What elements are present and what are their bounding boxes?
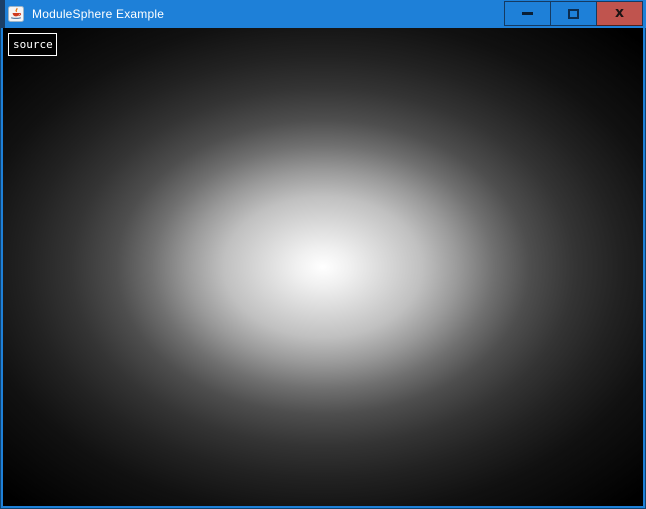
minimize-button[interactable]	[504, 1, 550, 26]
java-coffee-cup-icon	[8, 6, 24, 22]
maximize-button[interactable]	[550, 1, 596, 26]
titlebar-left-edge	[0, 0, 5, 28]
app-window: ModuleSphere Example x source	[0, 0, 646, 509]
window-title: ModuleSphere Example	[32, 7, 164, 21]
window-controls: x	[504, 1, 643, 26]
render-canvas[interactable]: source	[3, 28, 643, 506]
source-node-label[interactable]: source	[8, 33, 57, 56]
minimize-icon	[522, 12, 533, 15]
close-icon: x	[615, 6, 624, 20]
maximize-icon	[568, 9, 579, 19]
titlebar[interactable]: ModuleSphere Example x	[0, 0, 646, 28]
close-button[interactable]: x	[596, 1, 643, 26]
